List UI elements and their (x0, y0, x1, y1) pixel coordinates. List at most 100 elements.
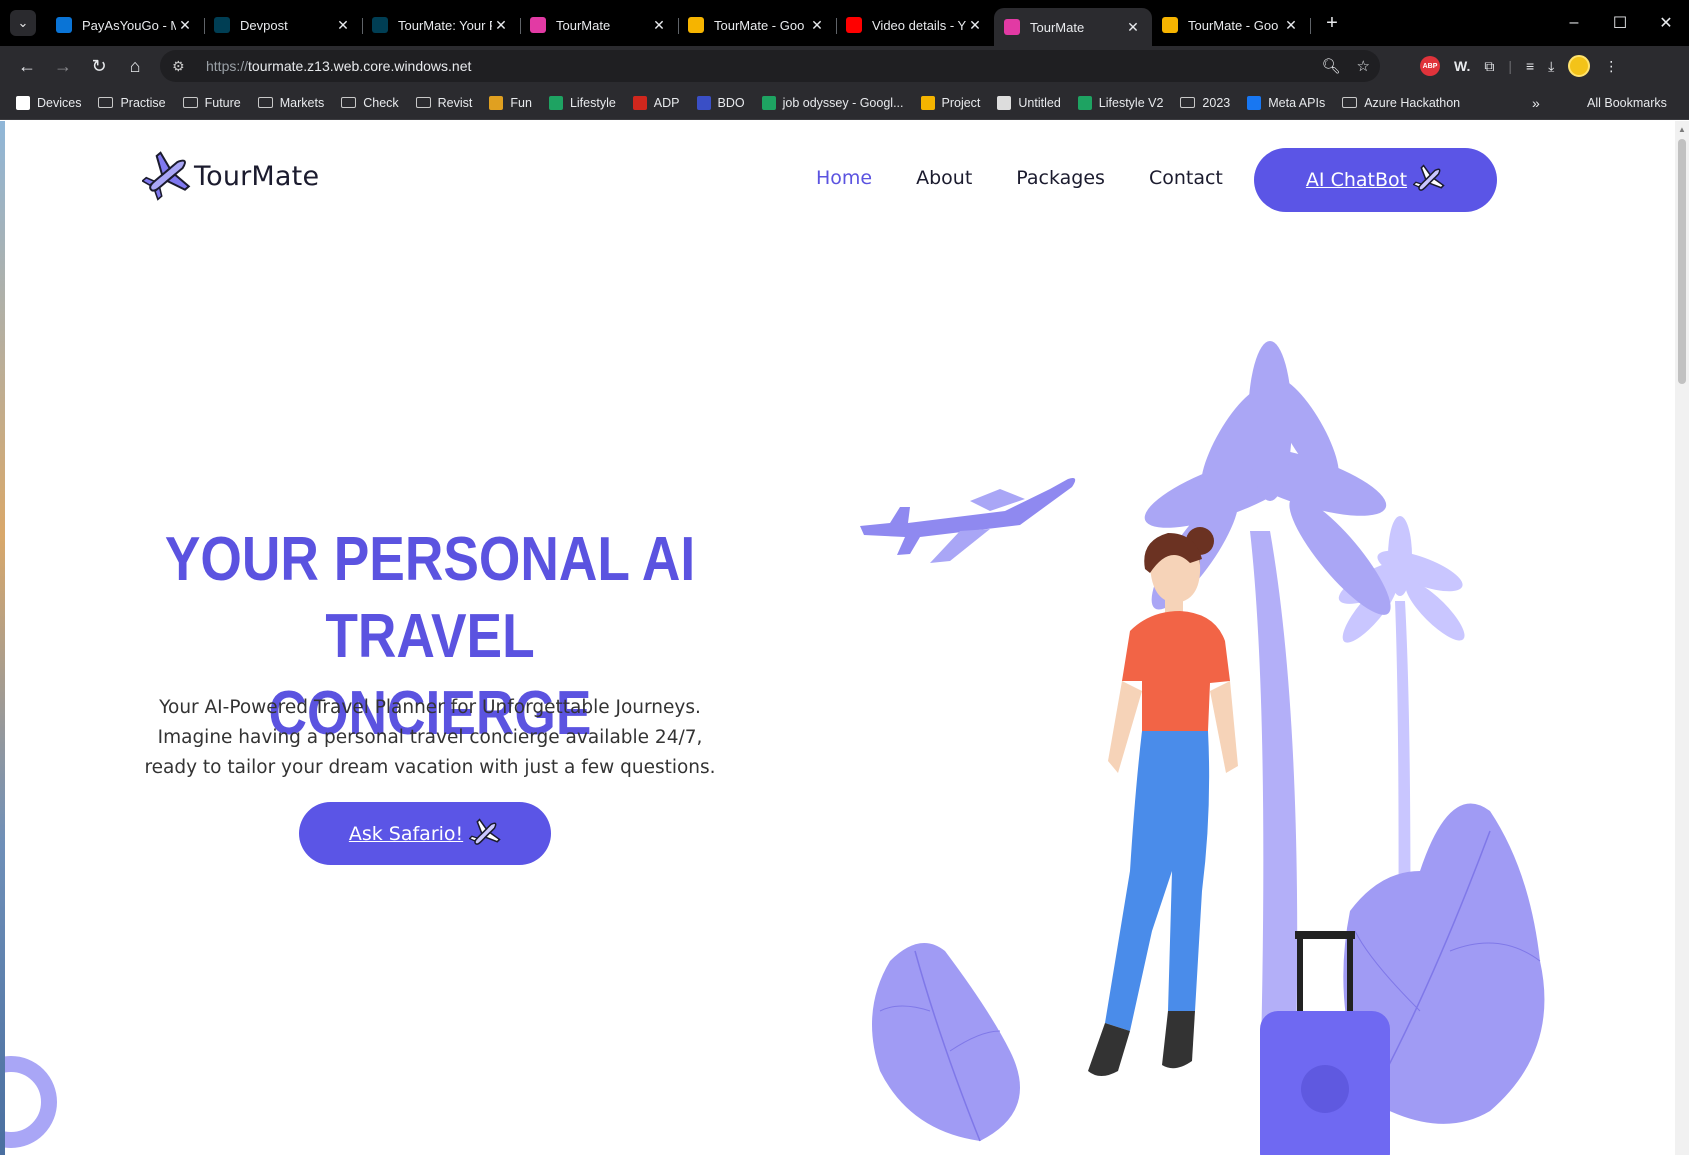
tab-title: TourMate - Goo (1188, 17, 1279, 33)
decorative-circle (5, 1056, 57, 1148)
page-viewport: TourMate Home About Packages Contact AI Cha… (5, 121, 1675, 1155)
browser-tab[interactable]: TourMate - Goo ✕ (1152, 8, 1311, 42)
close-tab-icon[interactable]: ✕ (966, 17, 984, 34)
window-controls: – ☐ ✕ (1551, 0, 1689, 46)
tab-title: TourMate (556, 17, 611, 33)
media-queue-icon[interactable]: ≡ (1526, 58, 1534, 74)
maximize-icon[interactable]: ☐ (1597, 0, 1643, 46)
url-host: tourmate.z13.web.core.windows.net (248, 58, 472, 74)
tab-title: Video details - Y (872, 17, 966, 33)
browser-tab[interactable]: TourMate: Your F ✕ (362, 8, 521, 42)
bookmark-item[interactable]: Meta APIs (1247, 95, 1325, 110)
folder-icon (1180, 97, 1196, 108)
reload-icon[interactable]: ↻ (82, 50, 116, 82)
adblock-icon[interactable]: ABP (1420, 56, 1440, 76)
bookmark-item[interactable]: ADP (632, 95, 680, 110)
all-bookmarks-folder[interactable]: All Bookmarks (1580, 86, 1667, 120)
youtube-icon (846, 17, 862, 33)
tab-title: PayAsYouGo - M (82, 17, 176, 33)
browser-tab[interactable]: PayAsYouGo - M ✕ (46, 8, 205, 42)
angular-icon (1004, 19, 1020, 35)
browser-tab[interactable]: TourMate ✕ (520, 8, 679, 42)
bookmark-item[interactable]: Check (341, 96, 399, 110)
bookmark-label: Devices (37, 95, 82, 110)
folder-icon (257, 97, 273, 108)
folder-icon (341, 97, 357, 108)
browser-tab[interactable]: Devpost ✕ (204, 8, 363, 42)
bookmark-item[interactable]: Devices (16, 95, 82, 110)
bookmark-item[interactable]: Markets (257, 96, 324, 110)
close-tab-icon[interactable]: ✕ (650, 17, 668, 34)
bookmark-label: 2023 (1202, 95, 1231, 110)
bdo-icon (696, 95, 711, 110)
drive-icon (920, 95, 935, 110)
home-icon[interactable]: ⌂ (118, 50, 152, 82)
browser-tab[interactable]: TourMate - Goo ✕ (678, 8, 837, 42)
ask-safario-button[interactable]: Ask Safario! (299, 802, 551, 865)
extensions-puzzle-icon[interactable]: ⧉ (1484, 58, 1494, 75)
scrollbar-thumb[interactable] (1678, 139, 1686, 384)
close-window-icon[interactable]: ✕ (1643, 0, 1689, 46)
nav-link-packages[interactable]: Packages (1016, 167, 1105, 189)
facebook-icon (1247, 95, 1262, 110)
url-text[interactable]: https://tourmate.z13.web.core.windows.ne… (206, 58, 471, 74)
bookmark-item[interactable]: BDO (696, 95, 745, 110)
close-tab-icon[interactable]: ✕ (1282, 17, 1300, 34)
bookmark-item[interactable]: Future (182, 96, 241, 110)
tab-separator (1310, 18, 1311, 34)
folder-icon (1342, 97, 1358, 108)
menu-kebab-icon[interactable]: ⋮ (1604, 58, 1618, 75)
bookmark-item[interactable]: Azure Hackathon (1342, 96, 1460, 110)
close-tab-icon[interactable]: ✕ (808, 17, 826, 34)
bookmark-item[interactable]: Lifestyle V2 (1077, 95, 1164, 110)
azure-icon (56, 17, 72, 33)
close-tab-icon[interactable]: ✕ (492, 17, 510, 34)
zoom-icon[interactable]: 🔍︎ (1322, 57, 1341, 75)
scroll-up-icon[interactable]: ▲ (1678, 125, 1686, 134)
back-icon[interactable]: ← (10, 50, 44, 82)
profile-avatar[interactable] (1568, 55, 1591, 77)
sheets-icon (1077, 95, 1092, 110)
bookmark-item[interactable]: Revist (415, 95, 473, 110)
browser-tab-bar: ⌄ PayAsYouGo - M ✕ Devpost ✕ TourMate: Your … (0, 0, 1689, 46)
nav-link-about[interactable]: About (916, 167, 972, 189)
bookmark-item[interactable]: Untitled (997, 95, 1061, 110)
browser-tab[interactable]: Video details - Y ✕ (836, 8, 994, 42)
bookmark-item[interactable]: Lifestyle (548, 95, 616, 110)
tab-title: TourMate: Your F (398, 17, 492, 33)
site-settings-icon[interactable]: ⚙ (172, 58, 198, 75)
close-tab-icon[interactable]: ✕ (334, 17, 352, 34)
bookmark-item[interactable]: 2023 (1180, 96, 1230, 110)
bookmark-label: Lifestyle V2 (1098, 95, 1164, 110)
address-bar[interactable]: ⚙ https://tourmate.z13.web.core.windows.… (160, 50, 1380, 82)
folder-icon (182, 97, 198, 108)
nav-link-home[interactable]: Home (816, 167, 872, 189)
fun-icon (489, 95, 504, 110)
bookmark-label: BDO (717, 95, 745, 110)
more-bookmarks-icon[interactable]: » (1532, 86, 1540, 120)
google-icon (16, 95, 30, 110)
bookmark-item[interactable]: Project (920, 95, 980, 110)
new-tab-button[interactable]: + (1320, 12, 1344, 35)
browser-tab[interactable]: TourMate ✕ (994, 8, 1152, 46)
nav-link-contact[interactable]: Contact (1149, 167, 1223, 189)
ai-chatbot-button[interactable]: AI ChatBot (1254, 148, 1497, 212)
close-tab-icon[interactable]: ✕ (176, 17, 194, 34)
bookmark-label: Fun (510, 95, 532, 110)
download-icon[interactable]: ⤓ (1548, 58, 1554, 75)
bookmark-label: Revist (437, 95, 473, 110)
page-scrollbar[interactable]: ▲ (1675, 121, 1689, 1155)
bookmark-label: Practise (120, 95, 166, 110)
minimize-icon[interactable]: – (1551, 0, 1597, 46)
bookmark-item[interactable]: Practise (98, 95, 166, 110)
bookmark-item[interactable]: Fun (489, 95, 532, 110)
close-tab-icon[interactable]: ✕ (1124, 19, 1142, 36)
site-logo[interactable]: TourMate (142, 151, 319, 201)
bookmark-star-icon[interactable]: ☆ (1357, 57, 1370, 75)
hero-text-line: Imagine having a personal travel concier… (157, 727, 703, 748)
cta-label: Ask Safario! (348, 822, 464, 845)
tab-search-button[interactable]: ⌄ (10, 10, 36, 36)
bookmark-item[interactable]: job odyssey - Googl... (761, 95, 904, 110)
extension-w-icon[interactable]: W. (1454, 58, 1470, 74)
forward-icon[interactable]: → (46, 50, 80, 82)
